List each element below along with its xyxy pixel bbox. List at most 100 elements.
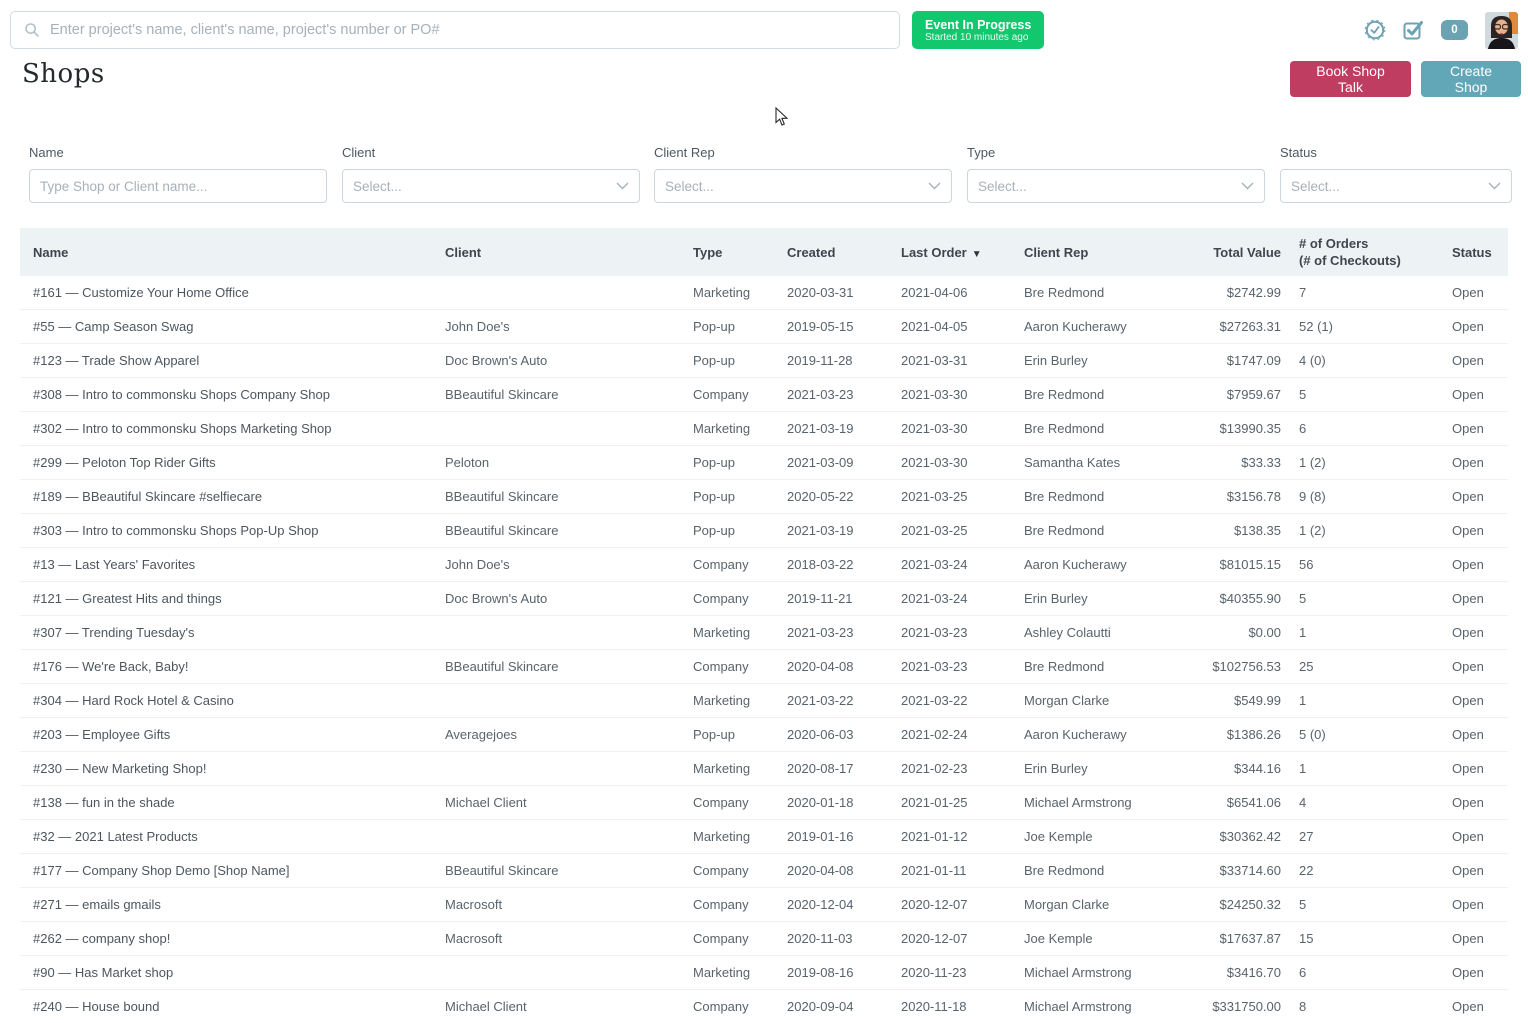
table-row[interactable]: #308 — Intro to commonsku Shops Company …	[20, 378, 1508, 412]
shop-name-link[interactable]: #121 — Greatest Hits and things	[20, 591, 445, 606]
total-value-cell: $17637.87	[1152, 931, 1299, 946]
status-cell: Open	[1452, 557, 1508, 572]
table-row[interactable]: #123 — Trade Show Apparel Doc Brown's Au…	[20, 344, 1508, 378]
type-cell: Company	[693, 591, 787, 606]
book-shop-talk-button[interactable]: Book Shop Talk	[1290, 61, 1411, 97]
shop-name-link[interactable]: #32 — 2021 Latest Products	[20, 829, 445, 844]
shop-name-link[interactable]: #13 — Last Years' Favorites	[20, 557, 445, 572]
table-row[interactable]: #230 — New Marketing Shop! Marketing 202…	[20, 752, 1508, 786]
shop-name-link[interactable]: #203 — Employee Gifts	[20, 727, 445, 742]
column-header-name[interactable]: Name	[20, 245, 445, 260]
table-row[interactable]: #176 — We're Back, Baby! BBeautiful Skin…	[20, 650, 1508, 684]
search-icon	[24, 22, 40, 38]
table-row[interactable]: #13 — Last Years' Favorites John Doe's C…	[20, 548, 1508, 582]
orders-cell: 6	[1299, 965, 1452, 980]
table-row[interactable]: #271 — emails gmails Macrosoft Company 2…	[20, 888, 1508, 922]
client-cell: Macrosoft	[445, 897, 693, 912]
table-row[interactable]: #203 — Employee Gifts Averagejoes Pop-up…	[20, 718, 1508, 752]
orders-cell: 1 (2)	[1299, 455, 1452, 470]
orders-cell: 15	[1299, 931, 1452, 946]
tasks-checkbox-icon[interactable]	[1403, 20, 1424, 41]
last-order-cell: 2021-04-06	[901, 285, 1024, 300]
type-cell: Pop-up	[693, 727, 787, 742]
event-in-progress-badge[interactable]: Event In Progress Started 10 minutes ago	[912, 11, 1044, 49]
orders-cell: 1	[1299, 625, 1452, 640]
table-row[interactable]: #303 — Intro to commonsku Shops Pop-Up S…	[20, 514, 1508, 548]
shop-name-link[interactable]: #304 — Hard Rock Hotel & Casino	[20, 693, 445, 708]
table-row[interactable]: #90 — Has Market shop Marketing 2019-08-…	[20, 956, 1508, 990]
type-filter-select[interactable]: Select...	[967, 169, 1265, 203]
created-cell: 2021-03-22	[787, 693, 901, 708]
orders-cell: 4	[1299, 795, 1452, 810]
table-row[interactable]: #32 — 2021 Latest Products Marketing 201…	[20, 820, 1508, 854]
column-header-last-order[interactable]: Last Order▼	[901, 245, 1024, 260]
shop-name-link[interactable]: #308 — Intro to commonsku Shops Company …	[20, 387, 445, 402]
client-rep-cell: Erin Burley	[1024, 761, 1152, 776]
table-row[interactable]: #307 — Trending Tuesday's Marketing 2021…	[20, 616, 1508, 650]
table-body: #161 — Customize Your Home Office Market…	[20, 276, 1508, 1023]
search-input[interactable]	[50, 22, 899, 38]
type-cell: Marketing	[693, 421, 787, 436]
orders-cell: 5 (0)	[1299, 727, 1452, 742]
last-order-cell: 2021-03-23	[901, 659, 1024, 674]
shop-name-link[interactable]: #230 — New Marketing Shop!	[20, 761, 445, 776]
clock-icon[interactable]	[1364, 19, 1386, 41]
client-filter-select[interactable]: Select...	[342, 169, 640, 203]
shop-name-link[interactable]: #123 — Trade Show Apparel	[20, 353, 445, 368]
shop-name-link[interactable]: #55 — Camp Season Swag	[20, 319, 445, 334]
table-row[interactable]: #161 — Customize Your Home Office Market…	[20, 276, 1508, 310]
column-header-total-value[interactable]: Total Value	[1152, 245, 1299, 260]
table-row[interactable]: #262 — company shop! Macrosoft Company 2…	[20, 922, 1508, 956]
table-row[interactable]: #138 — fun in the shade Michael Client C…	[20, 786, 1508, 820]
total-value-cell: $2742.99	[1152, 285, 1299, 300]
column-header-type[interactable]: Type	[693, 245, 787, 260]
table-row[interactable]: #121 — Greatest Hits and things Doc Brow…	[20, 582, 1508, 616]
status-filter-select[interactable]: Select...	[1280, 169, 1512, 203]
shop-name-link[interactable]: #271 — emails gmails	[20, 897, 445, 912]
table-row[interactable]: #302 — Intro to commonsku Shops Marketin…	[20, 412, 1508, 446]
column-header-client[interactable]: Client	[445, 245, 693, 260]
create-shop-button[interactable]: Create Shop	[1421, 61, 1521, 97]
shop-name-filter-input[interactable]	[40, 179, 316, 194]
notification-counter[interactable]: 0	[1441, 20, 1468, 40]
shop-name-link[interactable]: #303 — Intro to commonsku Shops Pop-Up S…	[20, 523, 445, 538]
last-order-cell: 2021-01-12	[901, 829, 1024, 844]
column-header-created[interactable]: Created	[787, 245, 901, 260]
client-rep-cell: Michael Armstrong	[1024, 965, 1152, 980]
shop-name-link[interactable]: #177 — Company Shop Demo [Shop Name]	[20, 863, 445, 878]
column-header-client-rep[interactable]: Client Rep	[1024, 245, 1152, 260]
type-filter-value: Select...	[978, 179, 1027, 194]
table-row[interactable]: #299 — Peloton Top Rider Gifts Peloton P…	[20, 446, 1508, 480]
table-row[interactable]: #240 — House bound Michael Client Compan…	[20, 990, 1508, 1023]
shops-table: Name Client Type Created Last Order▼ Cli…	[20, 228, 1508, 1023]
shop-name-link[interactable]: #240 — House bound	[20, 999, 445, 1014]
column-header-orders[interactable]: # of Orders (# of Checkouts)	[1299, 235, 1452, 269]
client-cell: BBeautiful Skincare	[445, 387, 693, 402]
column-header-status[interactable]: Status	[1452, 245, 1508, 260]
shop-name-link[interactable]: #307 — Trending Tuesday's	[20, 625, 445, 640]
created-cell: 2021-03-23	[787, 625, 901, 640]
type-cell: Company	[693, 557, 787, 572]
last-order-cell: 2021-03-22	[901, 693, 1024, 708]
shop-name-link[interactable]: #90 — Has Market shop	[20, 965, 445, 980]
client-rep-filter-select[interactable]: Select...	[654, 169, 952, 203]
shop-name-link[interactable]: #302 — Intro to commonsku Shops Marketin…	[20, 421, 445, 436]
status-cell: Open	[1452, 285, 1508, 300]
global-search[interactable]	[10, 11, 900, 49]
status-cell: Open	[1452, 523, 1508, 538]
shop-name-link[interactable]: #138 — fun in the shade	[20, 795, 445, 810]
shop-name-link[interactable]: #161 — Customize Your Home Office	[20, 285, 445, 300]
shop-name-link[interactable]: #189 — BBeautiful Skincare #selfiecare	[20, 489, 445, 504]
created-cell: 2019-11-21	[787, 591, 901, 606]
created-cell: 2020-12-04	[787, 897, 901, 912]
table-row[interactable]: #55 — Camp Season Swag John Doe's Pop-up…	[20, 310, 1508, 344]
type-cell: Pop-up	[693, 489, 787, 504]
user-avatar[interactable]	[1485, 12, 1518, 49]
shop-name-link[interactable]: #176 — We're Back, Baby!	[20, 659, 445, 674]
shop-name-link[interactable]: #262 — company shop!	[20, 931, 445, 946]
client-rep-cell: Bre Redmond	[1024, 659, 1152, 674]
shop-name-link[interactable]: #299 — Peloton Top Rider Gifts	[20, 455, 445, 470]
table-row[interactable]: #189 — BBeautiful Skincare #selfiecare B…	[20, 480, 1508, 514]
table-row[interactable]: #177 — Company Shop Demo [Shop Name] BBe…	[20, 854, 1508, 888]
table-row[interactable]: #304 — Hard Rock Hotel & Casino Marketin…	[20, 684, 1508, 718]
